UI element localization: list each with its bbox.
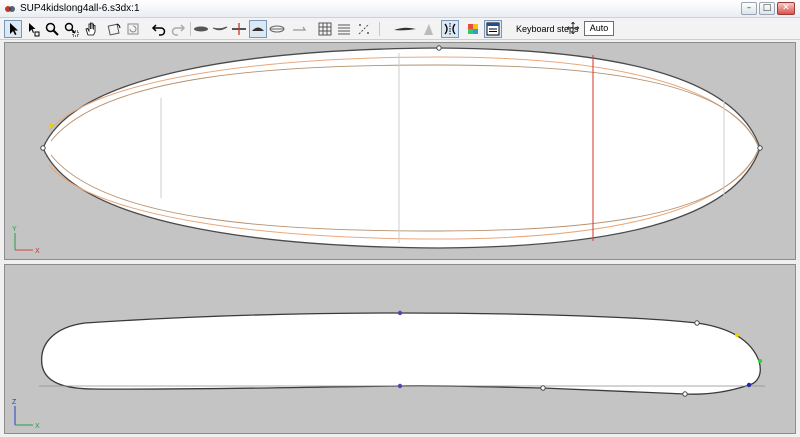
select-arrow-icon[interactable] [4, 20, 22, 38]
select-point-icon[interactable] [24, 20, 42, 38]
y-axis-label: Y [12, 226, 17, 233]
control-point[interactable] [694, 320, 700, 326]
x-axis-label: X [35, 248, 40, 255]
rocker-outline[interactable] [41, 312, 761, 395]
board-outline[interactable] [42, 47, 761, 249]
control-point[interactable] [682, 391, 688, 397]
undo-icon[interactable] [150, 20, 168, 38]
move-arrows-icon [567, 22, 579, 34]
toolbar-separator [190, 22, 191, 36]
slices-icon[interactable] [335, 20, 353, 38]
rocker-view-icon[interactable] [211, 20, 229, 38]
title-bar: SUP4kidslong4all-6.s3dx:1 – □ ✕ [0, 0, 800, 18]
control-point[interactable] [436, 45, 442, 51]
toolbar-separator [379, 22, 380, 36]
control-point[interactable] [746, 382, 752, 388]
x-axis-label: X [35, 423, 40, 430]
axis-indicator: X Y [12, 226, 40, 255]
control-point[interactable] [540, 385, 546, 391]
keyboard-steps-input[interactable]: Auto [584, 21, 614, 36]
outline-viewport[interactable]: X Y [4, 42, 796, 260]
board-3d-view-icon[interactable] [249, 20, 267, 38]
rotate-view-icon[interactable] [105, 20, 123, 38]
app-logo-icon [5, 6, 15, 12]
app-window: SUP4kidslong4all-6.s3dx:1 – □ ✕ Keyboard… [0, 0, 800, 437]
redo-icon[interactable] [169, 20, 187, 38]
control-point-tangent[interactable] [49, 123, 53, 127]
zoom-window-icon[interactable] [62, 20, 80, 38]
minimize-button[interactable]: – [741, 2, 757, 15]
outline-drawing[interactable]: X Y [5, 43, 795, 259]
zoom-icon[interactable] [43, 20, 61, 38]
grid-icon[interactable] [316, 20, 334, 38]
close-button[interactable]: ✕ [777, 2, 795, 15]
window-title: SUP4kidslong4all-6.s3dx:1 [20, 3, 140, 14]
control-point-tangent[interactable] [735, 333, 739, 337]
z-axis-label: Z [12, 399, 17, 406]
properties-panel-icon[interactable] [484, 20, 502, 38]
control-point[interactable] [40, 145, 46, 151]
axis-indicator: Z X [12, 399, 40, 430]
toolbar: Keyboard steps Auto [0, 18, 800, 40]
control-point[interactable] [757, 145, 763, 151]
slice-view-icon[interactable] [230, 20, 248, 38]
reset-view-icon[interactable] [124, 20, 142, 38]
fins-icon[interactable] [420, 20, 438, 38]
control-point-tangent[interactable] [758, 359, 762, 363]
rocker-drawing[interactable]: Z X [5, 265, 795, 433]
outline-view-icon[interactable] [192, 20, 210, 38]
color-palette-icon[interactable] [464, 20, 482, 38]
control-point[interactable] [397, 310, 403, 316]
maximize-button[interactable]: □ [759, 2, 775, 15]
pan-hand-icon[interactable] [82, 20, 100, 38]
control-point[interactable] [397, 383, 403, 389]
rails-view-icon[interactable] [268, 20, 286, 38]
bottom-view-icon[interactable] [392, 20, 418, 38]
deck-view-icon[interactable] [290, 20, 308, 38]
guides-icon[interactable] [355, 20, 373, 38]
symmetry-icon[interactable] [441, 20, 459, 38]
rocker-viewport[interactable]: Z X [4, 264, 796, 434]
